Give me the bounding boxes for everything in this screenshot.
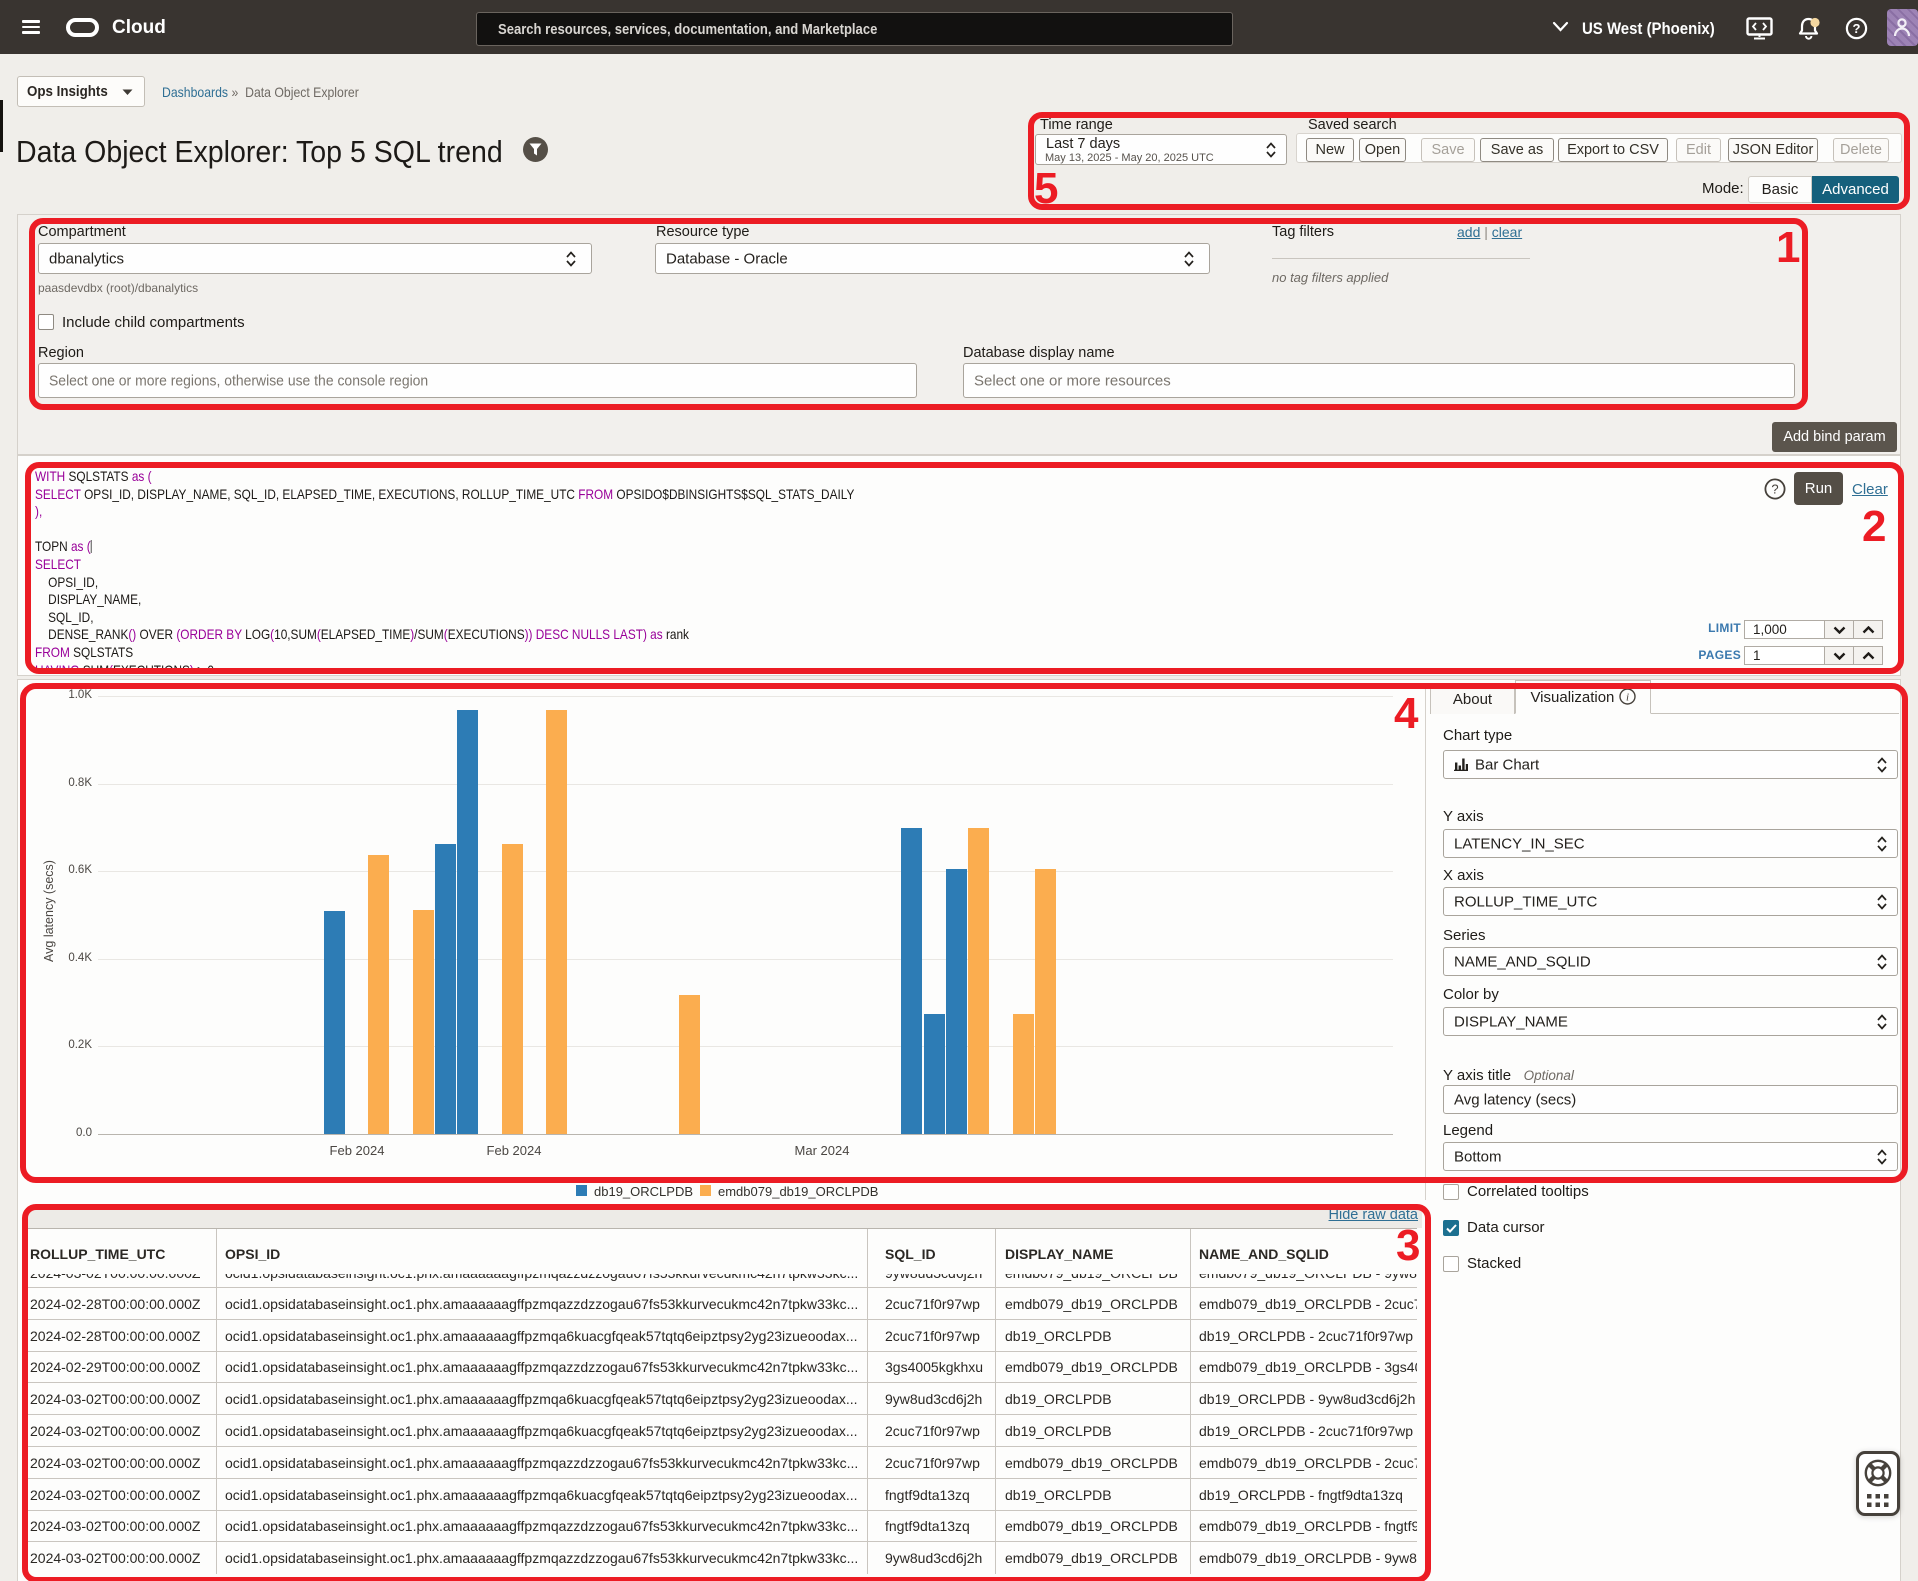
svg-text:?: ? [1853,21,1861,36]
